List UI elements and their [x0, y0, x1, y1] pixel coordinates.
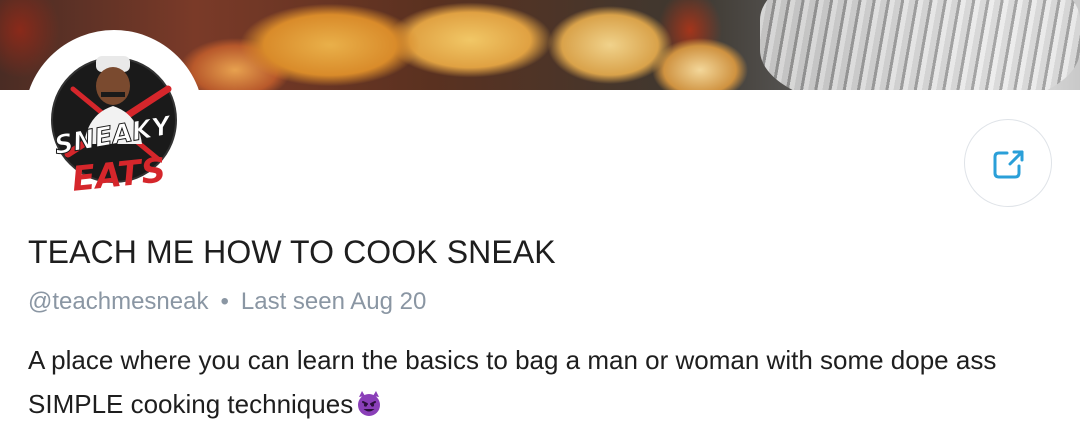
share-icon	[993, 150, 1024, 179]
page-title: TEACH ME HOW TO COOK SNEAK	[28, 234, 556, 270]
last-seen: Last seen Aug 20	[240, 288, 427, 315]
handle[interactable]: @teachmesneak	[28, 288, 208, 315]
bio-text: A place where you can learn the basics t…	[28, 345, 997, 419]
avatar[interactable]: SNEAKY EATS	[24, 30, 204, 210]
sneaky-eats-logo: SNEAKY EATS	[51, 56, 177, 200]
profile-bio: A place where you can learn the basics t…	[28, 338, 1058, 430]
svg-text:EATS: EATS	[70, 150, 168, 200]
meta-separator: •	[220, 288, 229, 315]
smiling-devil-emoji	[355, 386, 383, 430]
share-button[interactable]	[964, 119, 1052, 207]
foil-tray	[760, 0, 1080, 90]
profile-meta: @teachmesneak • Last seen Aug 20	[28, 288, 426, 316]
